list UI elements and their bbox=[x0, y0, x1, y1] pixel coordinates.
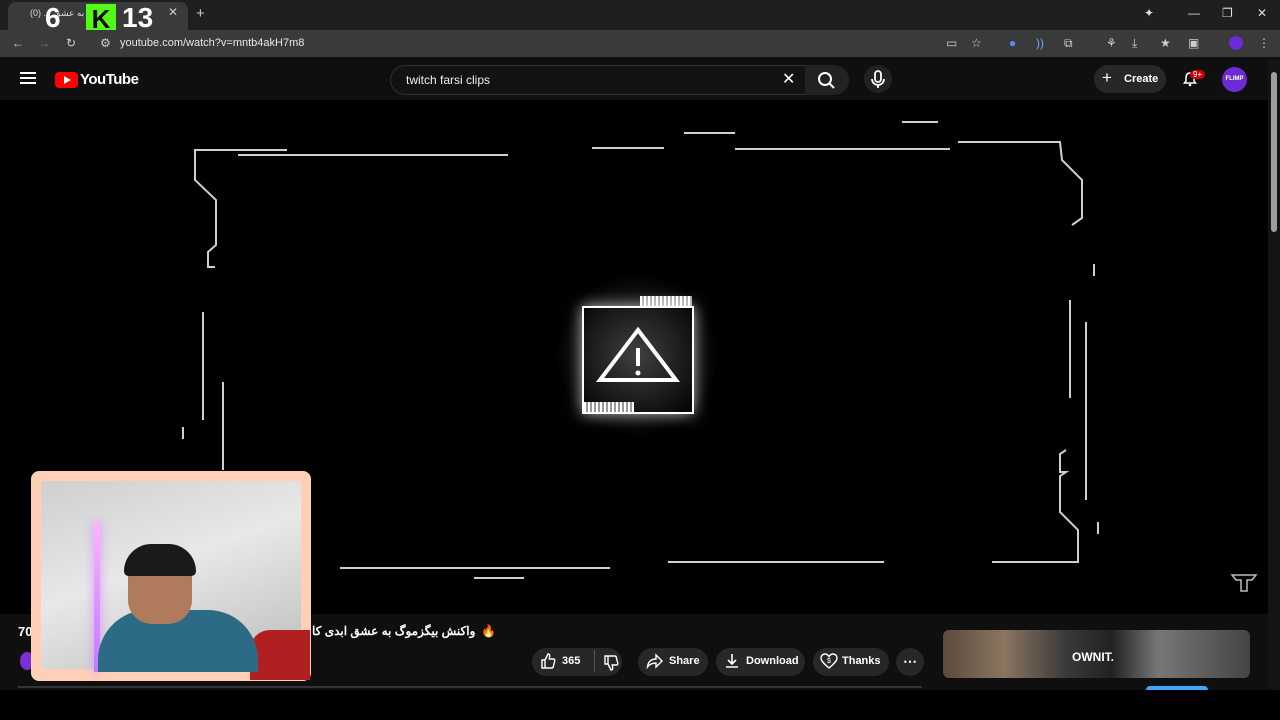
warning-glitch-bar bbox=[584, 402, 634, 412]
reload-icon[interactable]: ↻ bbox=[66, 36, 76, 50]
create-label: Create bbox=[1124, 73, 1159, 85]
gemini-icon[interactable]: ✦ bbox=[1144, 6, 1154, 20]
favorites-icon[interactable]: ★ bbox=[1160, 36, 1171, 50]
hamburger-menu-icon[interactable] bbox=[20, 72, 36, 84]
minimize-icon[interactable]: — bbox=[1188, 6, 1200, 20]
search-button[interactable] bbox=[805, 65, 849, 95]
scrollbar-thumb[interactable] bbox=[1271, 72, 1277, 232]
plus-icon: + bbox=[1102, 68, 1112, 87]
back-icon[interactable]: ← bbox=[12, 36, 24, 50]
voice-search-button[interactable] bbox=[864, 65, 892, 93]
download-icon bbox=[724, 653, 740, 674]
account-avatar[interactable]: FLIMP bbox=[1222, 67, 1247, 92]
description-box-edge bbox=[18, 686, 922, 688]
webcam-red-object bbox=[250, 630, 310, 680]
share-icon bbox=[646, 653, 664, 674]
extension-translate-icon[interactable]: )) bbox=[1036, 36, 1044, 50]
more-actions-icon[interactable]: ⋯ bbox=[896, 648, 924, 676]
download-label: Download bbox=[746, 655, 799, 667]
like-button[interactable] bbox=[540, 652, 556, 675]
video-title: واکنش بیگزموگ به عشق ابدی کا bbox=[312, 624, 476, 638]
like-count: 365 bbox=[562, 655, 581, 667]
thanks-label: Thanks bbox=[842, 655, 881, 667]
video-title-row: واکنش بیگزموگ به عشق ابدی کا 🔥 bbox=[312, 624, 496, 638]
thumbs-down-icon bbox=[604, 655, 619, 671]
downloads-icon[interactable]: ⤓ bbox=[1132, 36, 1137, 51]
thumbs-up-icon bbox=[541, 653, 556, 669]
channel-watermark-icon[interactable] bbox=[1230, 572, 1258, 594]
youtube-logo-icon[interactable] bbox=[55, 72, 78, 88]
browser-tab-bar bbox=[0, 0, 1280, 30]
bookmark-star-icon[interactable]: ☆ bbox=[971, 36, 982, 50]
extension-blue-icon[interactable]: ● bbox=[1009, 36, 1016, 50]
super-thanks-icon: $ bbox=[820, 653, 838, 674]
streamer-cap bbox=[124, 544, 196, 576]
dislike-button[interactable] bbox=[603, 654, 619, 677]
search-input[interactable] bbox=[404, 72, 768, 88]
restore-icon[interactable]: ❐ bbox=[1222, 6, 1233, 20]
window-close-icon[interactable]: ✕ bbox=[1257, 6, 1267, 20]
like-divider bbox=[594, 650, 595, 672]
sidepanel-icon[interactable]: ▣ bbox=[1188, 36, 1199, 50]
warning-triangle-icon bbox=[595, 326, 681, 382]
profile-avatar-icon[interactable] bbox=[1229, 36, 1243, 50]
microphone-icon bbox=[871, 70, 885, 88]
youtube-logo-text[interactable]: YouTube bbox=[80, 71, 139, 88]
ad-thumbnail-text: OWNIT. bbox=[1072, 650, 1114, 664]
extensions-icon[interactable]: ⧉ bbox=[1064, 36, 1073, 51]
site-info-icon[interactable]: ⚙ bbox=[100, 36, 111, 50]
tab-close-icon[interactable]: ✕ bbox=[168, 5, 178, 19]
share-label: Share bbox=[669, 655, 700, 667]
svg-text:$: $ bbox=[827, 658, 831, 665]
clear-search-icon[interactable]: ✕ bbox=[782, 69, 795, 89]
new-tab-button[interactable]: + bbox=[196, 5, 205, 22]
extension-puzzle-icon[interactable]: ⚘ bbox=[1106, 36, 1117, 50]
url-field[interactable]: youtube.com/watch?v=mntb4akH7m8 bbox=[120, 37, 304, 49]
notification-badge: 9+ bbox=[1190, 70, 1206, 79]
fire-emoji: 🔥 bbox=[481, 624, 497, 638]
taskbar-edge bbox=[0, 690, 1280, 720]
cast-icon[interactable]: ▭ bbox=[946, 36, 957, 50]
search-icon bbox=[818, 72, 835, 89]
warning-folder-icon bbox=[582, 306, 694, 414]
forward-icon[interactable]: → bbox=[38, 36, 50, 50]
browser-menu-icon[interactable]: ⋮ bbox=[1258, 36, 1270, 50]
